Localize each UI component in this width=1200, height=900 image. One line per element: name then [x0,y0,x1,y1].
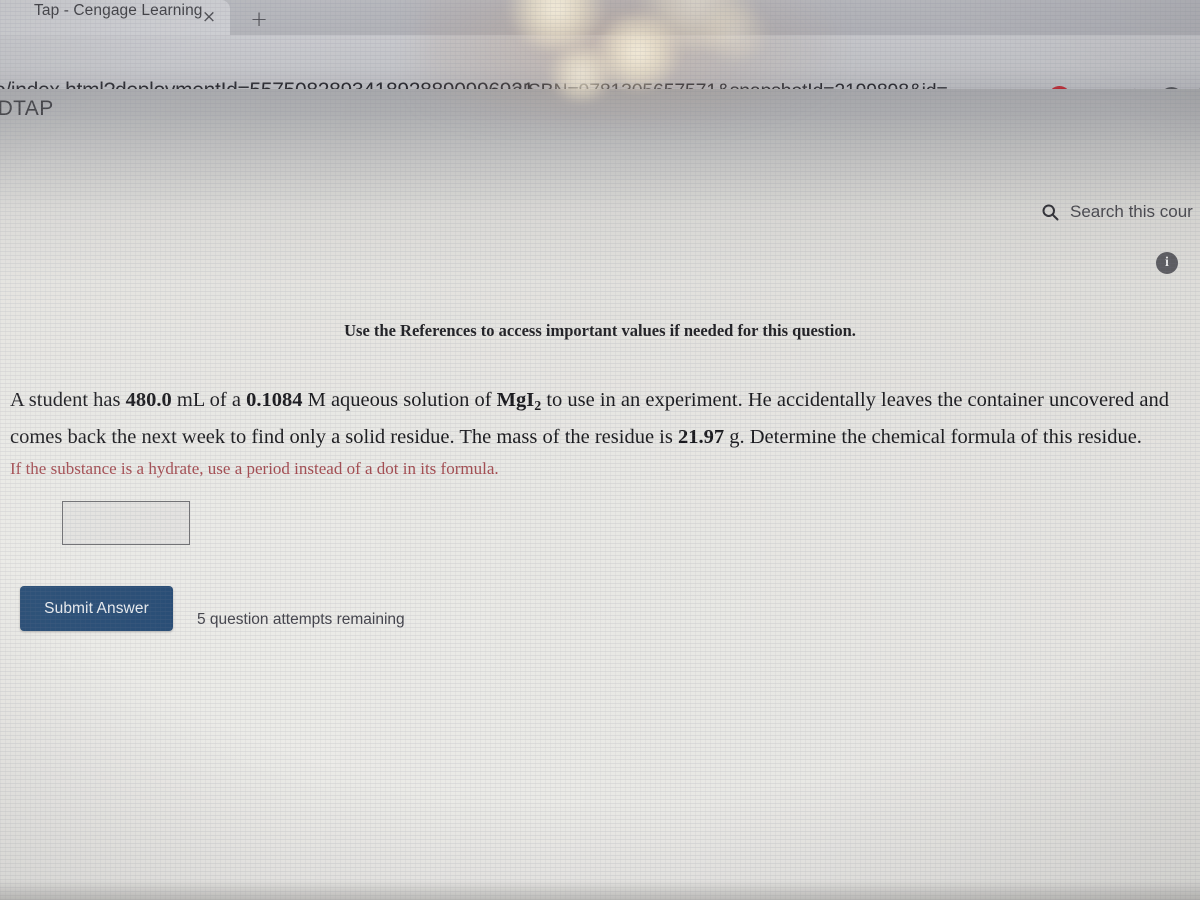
question-text: A student has 480.0 mL of a 0.1084 M aqu… [10,385,1188,452]
question-mass: 21.97 [677,425,725,448]
question-molarity: 0.1084 [246,389,303,411]
mindtap-logo[interactable]: NDTAP [0,97,54,121]
search-course-control[interactable]: Search this cour [1040,202,1193,222]
search-course-label: Search this cour [1070,202,1193,221]
screen-photo: Tap - Cengage Learning × + o/index.html?… [0,0,1200,900]
browser-tab-strip: Tap - Cengage Learning × + [0,0,1200,35]
search-icon [1040,202,1060,222]
question-part-2: mL of a [171,389,247,411]
info-icon[interactable]: i [1156,252,1178,274]
question-volume: 480.0 [125,389,172,411]
answer-input[interactable] [62,501,190,545]
close-icon[interactable]: × [198,6,220,28]
question-part-3: M aqueous solution of [302,389,497,411]
question-part-5: g. Determine the chemical formula of thi… [724,425,1142,448]
browser-tab-title: Tap - Cengage Learning [34,2,203,19]
question-compound: MgI2 [496,389,542,414]
compound-formula: MgI [496,389,535,411]
new-tab-icon[interactable]: + [240,2,278,35]
browser-address-bar[interactable]: o/index.html?deploymentId=55750828934189… [0,35,1200,110]
question-part-1: A student has [10,389,126,411]
submit-answer-button[interactable]: Submit Answer [20,586,173,631]
hydrate-hint: If the substance is a hydrate, use a per… [10,459,499,478]
references-note: Use the References to access important v… [344,321,856,340]
mindtap-page: NDTAP Search this cour i Use the Referen… [0,89,1200,900]
attempts-remaining-text: 5 question attempts remaining [197,611,405,628]
